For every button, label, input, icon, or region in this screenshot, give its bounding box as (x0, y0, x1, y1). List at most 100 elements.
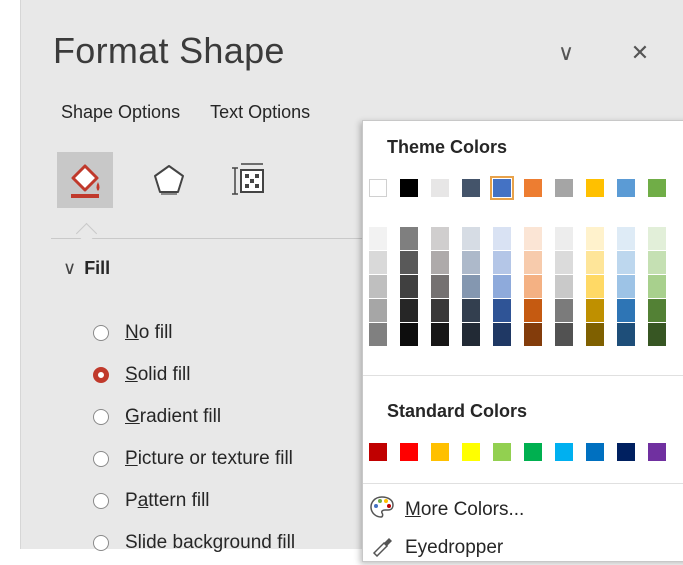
options-tabs: Shape Options Text Options (61, 102, 340, 123)
theme-shade-swatch[interactable] (369, 275, 387, 298)
access-key: S (125, 364, 138, 385)
label-rest: ore Colors... (420, 499, 525, 520)
theme-shade-swatch[interactable] (431, 251, 449, 274)
theme-shade-swatch[interactable] (524, 299, 542, 322)
theme-shade-swatch[interactable] (555, 323, 573, 346)
standard-color-swatch[interactable] (369, 443, 387, 461)
theme-shade-swatch[interactable] (524, 275, 542, 298)
theme-shade-swatch[interactable] (493, 227, 511, 250)
standard-color-swatch[interactable] (586, 443, 604, 461)
theme-shade-swatch[interactable] (462, 251, 480, 274)
theme-shade-swatch[interactable] (524, 251, 542, 274)
standard-color-swatch[interactable] (648, 443, 666, 461)
theme-shade-swatch[interactable] (648, 299, 666, 322)
theme-color-swatch[interactable] (431, 179, 449, 197)
close-pane-button[interactable]: ✕ (625, 38, 655, 68)
radio-button[interactable] (93, 493, 109, 509)
theme-shade-swatch[interactable] (648, 227, 666, 250)
theme-shade-swatch[interactable] (648, 323, 666, 346)
size-properties-icon[interactable] (221, 152, 277, 208)
theme-shade-swatch[interactable] (431, 275, 449, 298)
theme-shade-swatch[interactable] (431, 323, 449, 346)
theme-color-swatch[interactable] (648, 179, 666, 197)
theme-shade-swatch[interactable] (400, 227, 418, 250)
theme-shade-swatch[interactable] (369, 299, 387, 322)
radio-button-checked[interactable] (93, 367, 109, 383)
standard-color-swatch[interactable] (617, 443, 635, 461)
standard-color-swatch[interactable] (493, 443, 511, 461)
theme-shade-swatch[interactable] (617, 275, 635, 298)
theme-shade-swatch[interactable] (493, 323, 511, 346)
effects-icon[interactable] (141, 152, 197, 208)
theme-shade-swatch[interactable] (586, 227, 604, 250)
radio-button[interactable] (93, 409, 109, 425)
theme-color-swatch[interactable] (586, 179, 604, 197)
eyedropper-item[interactable]: Eyedropper (369, 531, 669, 565)
fill-option-picture-texture-fill[interactable]: Picture or texture fill (93, 438, 295, 480)
tab-shape-options[interactable]: Shape Options (61, 102, 180, 122)
more-colors-label: More Colors... (405, 499, 524, 521)
theme-shade-swatch[interactable] (493, 251, 511, 274)
fill-section-header[interactable]: ∨ Fill (63, 258, 110, 279)
theme-shade-swatch[interactable] (586, 299, 604, 322)
theme-shade-swatch[interactable] (617, 299, 635, 322)
theme-shade-swatch[interactable] (369, 251, 387, 274)
standard-color-swatch[interactable] (431, 443, 449, 461)
fill-option-slide-background-fill[interactable]: Slide background fill (93, 522, 295, 564)
theme-color-swatch[interactable] (490, 176, 514, 200)
theme-color-swatch[interactable] (617, 179, 635, 197)
theme-color-swatch[interactable] (555, 179, 573, 197)
theme-shade-swatch[interactable] (462, 275, 480, 298)
theme-shade-swatch[interactable] (617, 323, 635, 346)
collapse-pane-button[interactable]: ∨ (551, 38, 581, 68)
standard-color-swatch[interactable] (524, 443, 542, 461)
theme-shade-swatch[interactable] (555, 275, 573, 298)
theme-shade-swatch[interactable] (493, 275, 511, 298)
theme-shade-swatch[interactable] (524, 323, 542, 346)
theme-shade-swatch[interactable] (400, 323, 418, 346)
radio-button[interactable] (93, 325, 109, 341)
theme-shade-swatch[interactable] (400, 275, 418, 298)
fill-option-label: Slide background fill (125, 532, 296, 553)
access-key: a (137, 490, 149, 511)
theme-shade-swatch[interactable] (400, 299, 418, 322)
theme-shade-swatch[interactable] (462, 323, 480, 346)
theme-color-swatch[interactable] (400, 179, 418, 197)
tab-text-options[interactable]: Text Options (210, 102, 310, 122)
theme-shade-swatch[interactable] (555, 251, 573, 274)
theme-color-swatch[interactable] (462, 179, 480, 197)
theme-color-swatch[interactable] (524, 179, 542, 197)
fill-option-pattern-fill[interactable]: Pattern fill (93, 480, 295, 522)
fill-option-gradient-fill[interactable]: Gradient fill (93, 396, 295, 438)
standard-color-swatch[interactable] (462, 443, 480, 461)
fill-option-no-fill[interactable]: No fill (93, 312, 295, 354)
more-colors-item[interactable]: More Colors... (369, 493, 669, 527)
theme-shade-swatch[interactable] (555, 227, 573, 250)
theme-shade-swatch[interactable] (369, 323, 387, 346)
theme-shade-swatch[interactable] (431, 227, 449, 250)
theme-shade-swatch[interactable] (524, 227, 542, 250)
theme-shade-swatch[interactable] (400, 251, 418, 274)
standard-color-swatch[interactable] (555, 443, 573, 461)
theme-shade-swatch[interactable] (462, 299, 480, 322)
theme-shade-swatch[interactable] (617, 251, 635, 274)
theme-shade-swatch[interactable] (555, 299, 573, 322)
theme-shade-swatch[interactable] (431, 299, 449, 322)
label-post: ttern fill (148, 490, 210, 511)
access-key: P (125, 448, 138, 469)
color-picker-dropdown: Theme Colors Standard Colors More Colors… (362, 120, 683, 562)
fill-line-icon[interactable] (57, 152, 113, 208)
fill-option-solid-fill[interactable]: Solid fill (93, 354, 295, 396)
theme-shade-swatch[interactable] (369, 227, 387, 250)
theme-shade-swatch[interactable] (648, 275, 666, 298)
theme-shade-swatch[interactable] (493, 299, 511, 322)
theme-shade-swatch[interactable] (462, 227, 480, 250)
standard-color-swatch[interactable] (400, 443, 418, 461)
radio-button[interactable] (93, 451, 109, 467)
theme-shade-swatch[interactable] (586, 323, 604, 346)
theme-shade-swatch[interactable] (586, 275, 604, 298)
theme-color-swatch[interactable] (369, 179, 387, 197)
theme-shade-swatch[interactable] (648, 251, 666, 274)
theme-shade-swatch[interactable] (617, 227, 635, 250)
theme-shade-swatch[interactable] (586, 251, 604, 274)
